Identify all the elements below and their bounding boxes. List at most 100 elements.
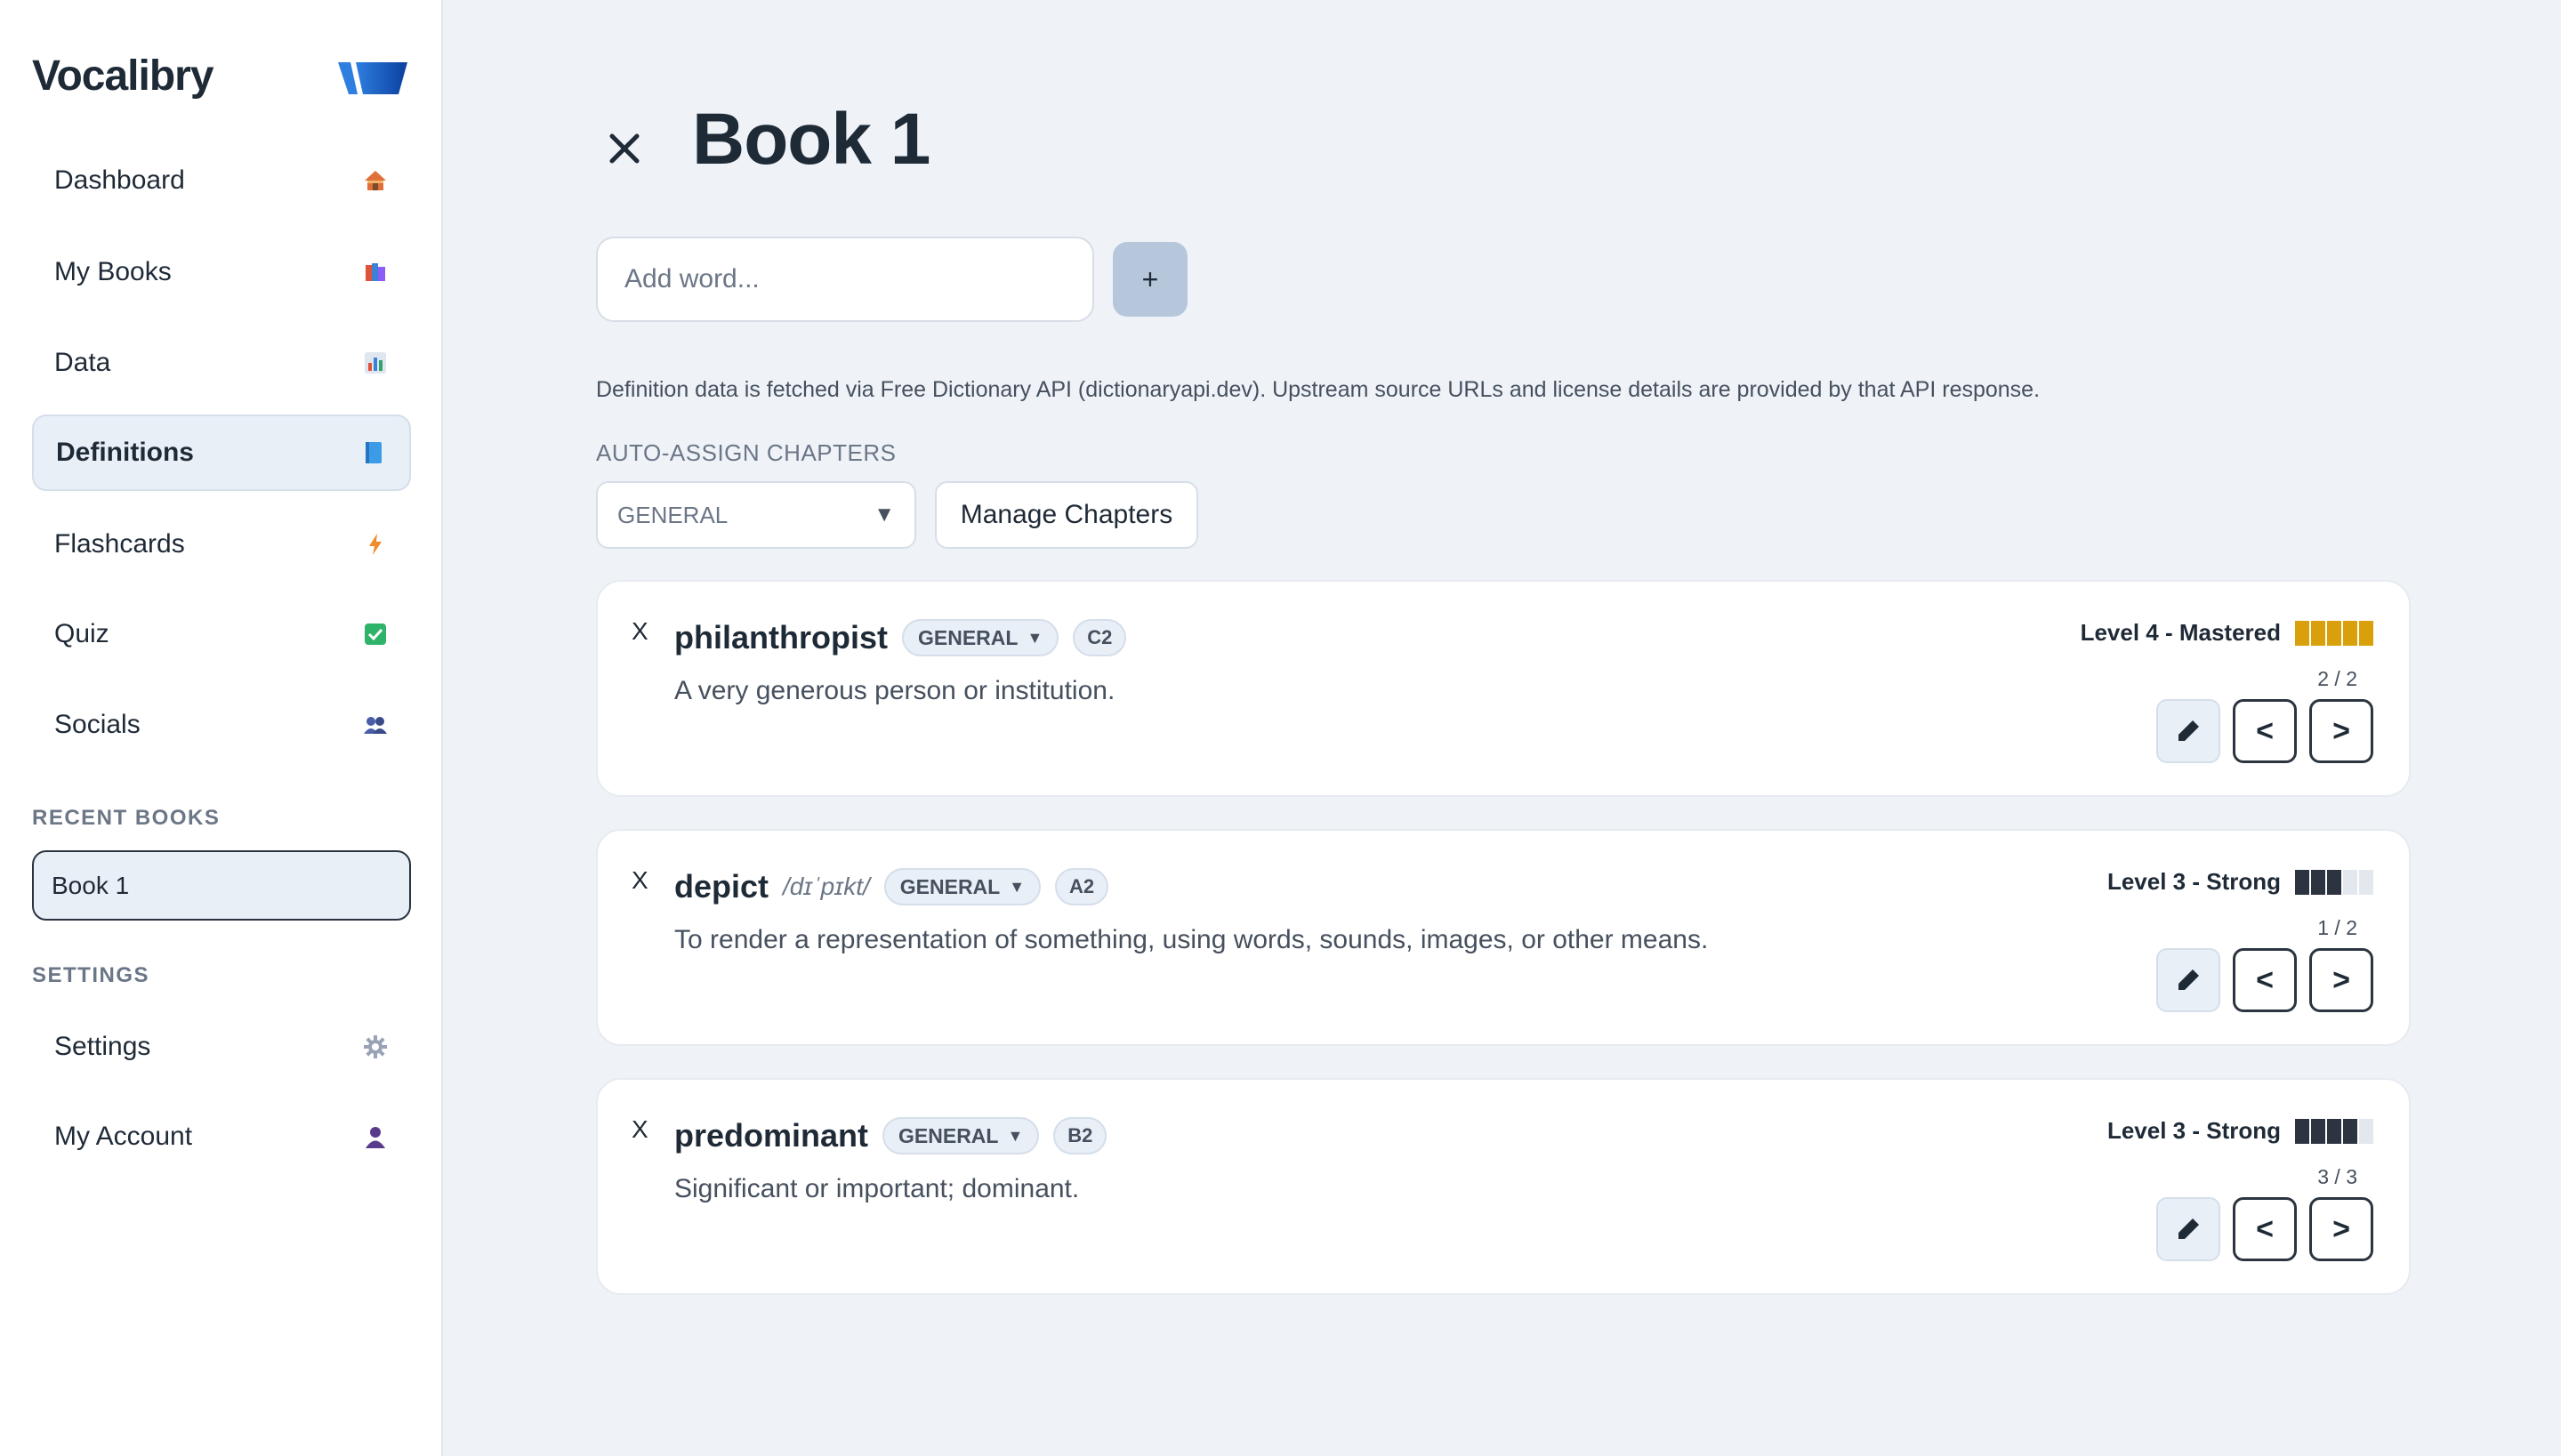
mastery-bar-filled <box>2359 620 2373 646</box>
sidebar-item-label: Data <box>54 348 111 377</box>
card-actions: < > <box>2156 699 2373 763</box>
sidebar-item-socials[interactable]: Socials <box>32 687 411 763</box>
sidebar-item-label: Dashboard <box>54 165 185 195</box>
sidebar-item-my-account[interactable]: My Account <box>32 1098 411 1175</box>
chevron-down-icon: ▼ <box>874 503 895 527</box>
sidebar-item-data[interactable]: Data <box>32 325 411 401</box>
sidebar-item-label: My Account <box>54 1122 193 1151</box>
word-card: X philanthropist GENERAL ▼ C2 A very gene… <box>596 580 2411 797</box>
mastery-bars <box>2295 620 2373 646</box>
chapter-tag-label: GENERAL <box>898 1123 999 1147</box>
sidebar-item-my-books[interactable]: My Books <box>32 234 411 310</box>
word-card: X predominant GENERAL ▼ B2 Significant or… <box>596 1078 2411 1295</box>
sidebar-item-label: Flashcards <box>54 529 185 559</box>
mastery-bar-filled <box>2295 869 2309 895</box>
mastery-bar-filled <box>2327 1118 2341 1144</box>
check-box-icon <box>363 622 388 647</box>
definition-pager: 3 / 3 <box>2317 1165 2357 1188</box>
mastery-bar-filled <box>2311 869 2325 895</box>
mastery-bar-filled <box>2343 620 2357 646</box>
caret-down-icon: ▼ <box>1007 1126 1024 1145</box>
cefr-badge: C2 <box>1073 619 1127 656</box>
sidebar-item-label: Definitions <box>56 438 194 467</box>
mastery-bar-filled <box>2295 620 2309 646</box>
mastery-bar-filled <box>2295 1118 2309 1144</box>
mastery-bars <box>2295 1118 2373 1144</box>
sidebar-item-label: My Books <box>54 257 172 286</box>
chapter-tag-dropdown[interactable]: GENERAL ▼ <box>901 619 1059 656</box>
close-icon[interactable] <box>605 129 644 168</box>
recent-book-item[interactable]: Book 1 <box>32 850 411 921</box>
phonetic-text: /dɪˈpɪkt/ <box>783 873 870 900</box>
word-definition: Significant or important; dominant. <box>674 1174 1080 1203</box>
pencil-icon <box>2178 969 2199 990</box>
mastery-bar-filled <box>2327 869 2341 895</box>
house-icon <box>363 168 388 193</box>
delete-word-button[interactable]: X <box>632 866 648 895</box>
mastery-bar-filled <box>2311 620 2325 646</box>
word-definition: To render a representation of something,… <box>674 925 1709 954</box>
chapter-tag-label: GENERAL <box>917 625 1019 649</box>
sidebar-item-quiz[interactable]: Quiz <box>32 596 411 672</box>
next-definition-button[interactable]: > <box>2309 948 2373 1012</box>
next-definition-button[interactable]: > <box>2309 699 2373 763</box>
card-actions: < > <box>2156 948 2373 1012</box>
word-card: X depict /dɪˈpɪkt/ GENERAL ▼ A2 To render… <box>596 829 2411 1046</box>
page-title: Book 1 <box>692 99 930 180</box>
pencil-icon <box>2178 1219 2199 1239</box>
mastery-bar-empty <box>2359 869 2373 895</box>
prev-definition-button[interactable]: < <box>2233 1197 2297 1261</box>
chapter-select[interactable]: GENERAL ▼ <box>596 481 916 549</box>
edit-button[interactable] <box>2156 699 2220 763</box>
prev-definition-button[interactable]: < <box>2233 948 2297 1012</box>
sidebar-item-flashcards[interactable]: Flashcards <box>32 506 411 583</box>
mastery-level-label: Level 4 - Mastered <box>2080 619 2281 646</box>
definition-pager: 2 / 2 <box>2317 667 2357 690</box>
edit-button[interactable] <box>2156 948 2220 1012</box>
card-actions: < > <box>2156 1197 2373 1261</box>
cefr-badge: A2 <box>1055 868 1109 905</box>
bar-chart-icon <box>363 350 388 375</box>
mastery-bar-filled <box>2343 1118 2357 1144</box>
gear-icon <box>363 1034 388 1059</box>
mastery-bar-filled <box>2327 620 2341 646</box>
brand-name: Vocalibry <box>32 52 214 100</box>
mastery-bar-empty <box>2359 1118 2373 1144</box>
sidebar-item-definitions[interactable]: Definitions <box>32 414 411 491</box>
word-text: predominant <box>674 1117 869 1154</box>
sidebar-item-label: Quiz <box>54 619 109 648</box>
mastery-bars <box>2295 869 2373 895</box>
chapter-tag-dropdown[interactable]: GENERAL ▼ <box>883 868 1042 905</box>
edit-button[interactable] <box>2156 1197 2220 1261</box>
word-header: philanthropist GENERAL ▼ C2 <box>674 619 1127 656</box>
caret-down-icon: ▼ <box>1009 877 1026 896</box>
blue-book-icon <box>361 440 386 465</box>
prev-definition-button[interactable]: < <box>2233 699 2297 763</box>
caret-down-icon: ▼ <box>1027 628 1043 647</box>
word-text: depict <box>674 868 769 905</box>
auto-assign-chapters-label: AUTO-ASSIGN CHAPTERS <box>596 439 897 466</box>
api-attribution-note: Definition data is fetched via Free Dict… <box>596 377 2041 402</box>
books-icon <box>363 260 388 285</box>
sidebar-item-settings[interactable]: Settings <box>32 1009 411 1085</box>
add-word-button[interactable]: + <box>1113 242 1188 317</box>
add-word-input[interactable] <box>596 237 1094 322</box>
sidebar-item-dashboard[interactable]: Dashboard <box>32 142 411 219</box>
delete-word-button[interactable]: X <box>632 1115 648 1144</box>
word-definition: A very generous person or institution. <box>674 676 1115 705</box>
recent-book-label: Book 1 <box>52 871 130 899</box>
word-text: philanthropist <box>674 619 888 656</box>
brand-logo-icon <box>338 62 407 94</box>
chapter-select-value: GENERAL <box>617 501 729 528</box>
settings-section-label: SETTINGS <box>32 963 150 987</box>
chapter-tag-dropdown[interactable]: GENERAL ▼ <box>882 1117 1040 1154</box>
sidebar-item-label: Socials <box>54 710 141 739</box>
mastery-bar-empty <box>2343 869 2357 895</box>
lightning-icon <box>363 532 388 557</box>
sidebar: Vocalibry Dashboard My Books Data Defini… <box>0 0 443 1456</box>
mastery-level-label: Level 3 - Strong <box>2106 868 2281 895</box>
mastery-bar-filled <box>2311 1118 2325 1144</box>
manage-chapters-button[interactable]: Manage Chapters <box>935 481 1198 549</box>
delete-word-button[interactable]: X <box>632 617 648 646</box>
next-definition-button[interactable]: > <box>2309 1197 2373 1261</box>
